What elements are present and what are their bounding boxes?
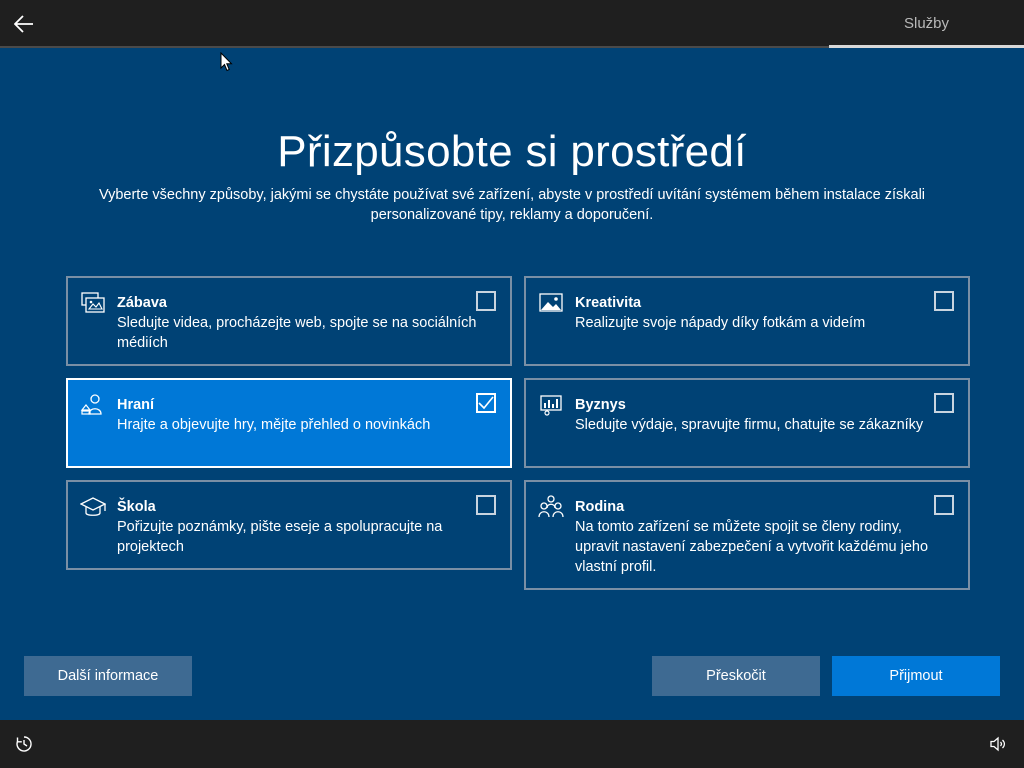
accept-button[interactable]: Přijmout bbox=[832, 656, 1000, 696]
option-description: Pořizujte poznámky, pište eseje a spolup… bbox=[117, 519, 443, 555]
entertainment-icon bbox=[81, 292, 105, 313]
option-title: Škola bbox=[117, 499, 156, 515]
option-title: Rodina bbox=[575, 499, 625, 515]
gaming-icon bbox=[80, 394, 102, 415]
checkmark-icon bbox=[478, 396, 494, 410]
top-bar: Služby bbox=[0, 0, 1024, 46]
more-info-button[interactable]: Další informace bbox=[24, 656, 192, 696]
bottom-bar bbox=[0, 720, 1024, 768]
option-card-business[interactable]: Byznys Sledujte výdaje, spravujte firmu,… bbox=[524, 378, 970, 468]
option-card-entertainment[interactable]: Zábava Sledujte videa, procházejte web, … bbox=[66, 276, 512, 366]
option-card-creativity[interactable]: Kreativita Realizujte svoje nápady díky … bbox=[524, 276, 970, 366]
option-description: Realizujte svoje nápady díky fotkám a vi… bbox=[575, 315, 866, 331]
image-icon bbox=[539, 293, 563, 312]
option-card-gaming[interactable]: Hraní Hrajte a objevujte hry, mějte přeh… bbox=[66, 378, 512, 468]
skip-button[interactable]: Přeskočit bbox=[652, 656, 820, 696]
option-checkbox[interactable] bbox=[476, 291, 496, 311]
volume-icon bbox=[990, 736, 1006, 752]
option-checkbox[interactable] bbox=[476, 495, 496, 515]
option-checkbox[interactable] bbox=[934, 393, 954, 413]
page-subtitle: Vyberte všechny způsoby, jakými se chyst… bbox=[98, 187, 926, 223]
back-button[interactable] bbox=[8, 8, 40, 40]
stage-label-services: Služby bbox=[903, 15, 950, 32]
option-card-school[interactable]: Škola Pořizujte poznámky, pište eseje a … bbox=[66, 480, 512, 570]
option-card-family[interactable]: Rodina Na tomto zařízení se můžete spoji… bbox=[524, 480, 970, 590]
option-title: Byznys bbox=[575, 397, 626, 413]
option-checkbox[interactable] bbox=[476, 393, 496, 413]
family-icon bbox=[538, 495, 564, 518]
option-title: Hraní bbox=[117, 397, 155, 413]
accessibility-icon bbox=[16, 736, 32, 752]
accessibility-button[interactable] bbox=[12, 732, 36, 756]
business-chart-icon bbox=[540, 395, 562, 416]
option-description: Sledujte videa, procházejte web, spojte … bbox=[117, 315, 477, 351]
progress-indicator bbox=[829, 45, 1024, 48]
graduation-cap-icon bbox=[80, 497, 106, 516]
option-title: Kreativita bbox=[575, 295, 642, 311]
option-checkbox[interactable] bbox=[934, 495, 954, 515]
volume-button[interactable] bbox=[986, 732, 1010, 756]
mouse-cursor-icon bbox=[220, 52, 233, 72]
option-description: Hrajte a objevujte hry, mějte přehled o … bbox=[117, 417, 431, 433]
option-description: Sledujte výdaje, spravujte firmu, chatuj… bbox=[575, 417, 924, 433]
option-title: Zábava bbox=[117, 295, 167, 311]
progress-track bbox=[0, 46, 829, 48]
option-checkbox[interactable] bbox=[934, 291, 954, 311]
back-arrow-icon bbox=[14, 15, 33, 33]
page-title: Přizpůsobte si prostředí bbox=[277, 127, 747, 176]
option-description: Na tomto zařízení se můžete spojit se čl… bbox=[575, 519, 929, 575]
